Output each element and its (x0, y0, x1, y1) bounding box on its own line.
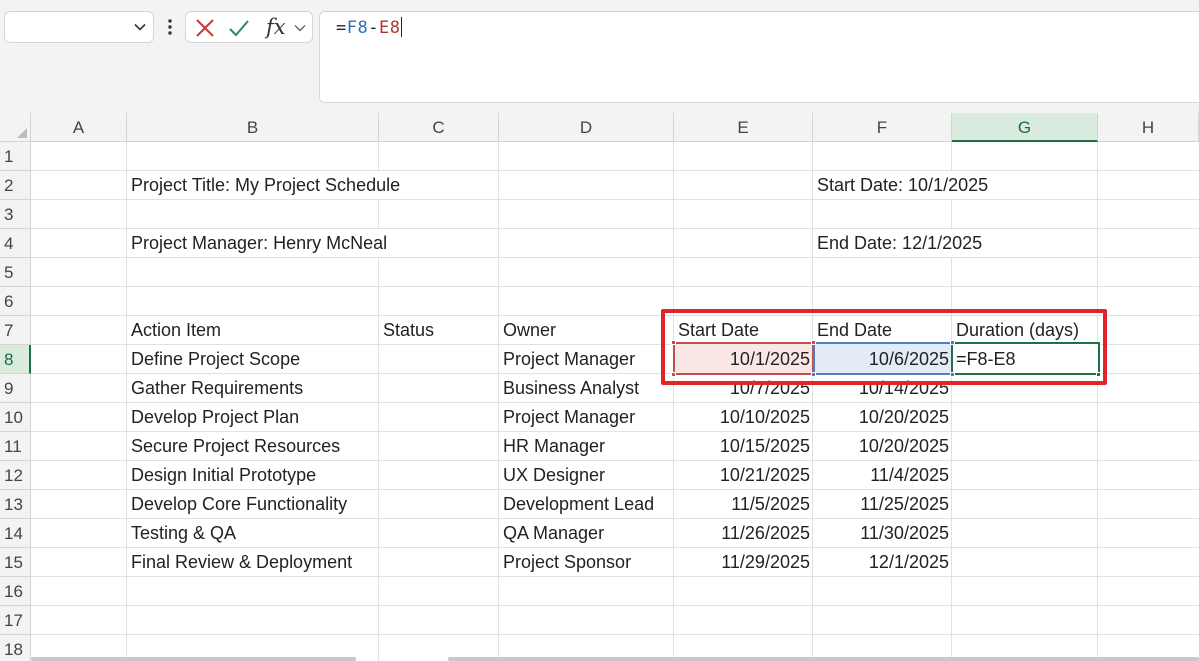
gridline (31, 286, 1199, 287)
gridline (31, 605, 1199, 606)
worksheet-grid[interactable]: A B C D E F G H 1 2 3 4 5 6 7 8 9 10 11 … (0, 113, 1199, 661)
table-row-owner[interactable]: Project Manager (499, 345, 635, 374)
column-header-d[interactable]: D (499, 113, 674, 142)
table-row-start[interactable]: 10/21/2025 (674, 461, 813, 490)
project-manager-cell[interactable]: Project Manager: Henry McNeal (127, 229, 387, 258)
table-row-action[interactable]: Secure Project Resources (127, 432, 340, 461)
table-row-duration[interactable]: =F8-E8 (952, 345, 1016, 374)
table-row-start[interactable]: 10/7/2025 (674, 374, 813, 403)
table-row-start[interactable]: 11/26/2025 (674, 519, 813, 548)
chevron-down-icon[interactable] (293, 21, 307, 35)
table-row-end[interactable]: 11/25/2025 (813, 490, 952, 519)
row-header-16[interactable]: 16 (0, 577, 31, 606)
row-header-13[interactable]: 13 (0, 490, 31, 519)
table-row-end[interactable]: 11/4/2025 (813, 461, 952, 490)
row-header-3[interactable]: 3 (0, 200, 31, 229)
row-header-10[interactable]: 10 (0, 403, 31, 432)
table-row-owner[interactable]: Project Sponsor (499, 548, 631, 577)
table-row-start[interactable]: 10/10/2025 (674, 403, 813, 432)
row-header-5[interactable]: 5 (0, 258, 31, 287)
project-end-cell[interactable]: End Date: 12/1/2025 (813, 229, 982, 258)
table-row-end[interactable]: 10/20/2025 (813, 403, 952, 432)
column-header-h[interactable]: H (1098, 113, 1199, 142)
formula-controls: fx (185, 11, 313, 43)
row-header-6[interactable]: 6 (0, 287, 31, 316)
gridline (1097, 142, 1098, 661)
table-row-end[interactable]: 12/1/2025 (813, 548, 952, 577)
row-header-17[interactable]: 17 (0, 606, 31, 635)
horizontal-scrollbar-track[interactable] (448, 657, 1199, 661)
select-all-button[interactable] (0, 113, 31, 142)
text-caret (401, 17, 403, 37)
cancel-icon[interactable] (194, 17, 216, 39)
column-header-c[interactable]: C (379, 113, 499, 142)
table-row-owner[interactable]: Project Manager (499, 403, 635, 432)
table-row-action[interactable]: Final Review & Deployment (127, 548, 352, 577)
table-row-end[interactable]: 11/30/2025 (813, 519, 952, 548)
row-header-15[interactable]: 15 (0, 548, 31, 577)
table-row-owner[interactable]: HR Manager (499, 432, 605, 461)
project-title-cell[interactable]: Project Title: My Project Schedule (127, 171, 400, 200)
gridline (31, 634, 1199, 635)
more-icon[interactable] (166, 16, 174, 38)
table-row-action[interactable]: Gather Requirements (127, 374, 303, 403)
table-row-start[interactable]: 10/15/2025 (674, 432, 813, 461)
table-row-action[interactable]: Testing & QA (127, 519, 236, 548)
table-row-start[interactable]: 11/5/2025 (674, 490, 813, 519)
fx-icon[interactable]: fx (266, 15, 286, 39)
row-header-1[interactable]: 1 (0, 142, 31, 171)
fill-handle[interactable] (1096, 372, 1101, 377)
enter-icon[interactable] (228, 17, 250, 39)
table-row-end[interactable]: 10/6/2025 (813, 345, 952, 374)
formula-text[interactable]: =F8-E8 (336, 17, 403, 38)
gridline (378, 142, 379, 661)
table-row-action[interactable]: Develop Core Functionality (127, 490, 347, 519)
row-header-2[interactable]: 2 (0, 171, 31, 200)
column-header-f[interactable]: F (813, 113, 952, 142)
row-header-9[interactable]: 9 (0, 374, 31, 403)
row-header-7[interactable]: 7 (0, 316, 31, 345)
header-owner[interactable]: Owner (499, 316, 556, 345)
column-header-e[interactable]: E (674, 113, 813, 142)
header-duration[interactable]: Duration (days) (952, 316, 1079, 345)
table-row-owner[interactable]: Development Lead (499, 490, 654, 519)
header-end-date[interactable]: End Date (813, 316, 892, 345)
column-header-g[interactable]: G (952, 113, 1098, 142)
formula-input[interactable]: =F8-E8 (319, 11, 1199, 103)
column-header-a[interactable]: A (31, 113, 127, 142)
project-start-cell[interactable]: Start Date: 10/1/2025 (813, 171, 988, 200)
table-row-action[interactable]: Design Initial Prototype (127, 461, 316, 490)
table-row-owner[interactable]: QA Manager (499, 519, 604, 548)
row-header-11[interactable]: 11 (0, 432, 31, 461)
header-status[interactable]: Status (379, 316, 434, 345)
column-header-b[interactable]: B (127, 113, 379, 142)
header-action-item[interactable]: Action Item (127, 316, 221, 345)
table-row-start[interactable]: 11/29/2025 (674, 548, 813, 577)
table-row-end[interactable]: 10/14/2025 (813, 374, 952, 403)
table-row-start[interactable]: 10/1/2025 (674, 345, 813, 374)
table-row-action[interactable]: Develop Project Plan (127, 403, 299, 432)
row-header-4[interactable]: 4 (0, 229, 31, 258)
table-row-owner[interactable]: Business Analyst (499, 374, 639, 403)
row-header-8[interactable]: 8 (0, 345, 31, 374)
horizontal-scrollbar[interactable] (31, 657, 356, 661)
row-header-14[interactable]: 14 (0, 519, 31, 548)
row-header-12[interactable]: 12 (0, 461, 31, 490)
table-row-action[interactable]: Define Project Scope (127, 345, 300, 374)
formula-bar-area: fx =F8-E8 (0, 0, 1199, 114)
chevron-down-icon[interactable] (132, 19, 148, 35)
row-header-18[interactable]: 18 (0, 635, 31, 661)
table-row-owner[interactable]: UX Designer (499, 461, 605, 490)
table-row-end[interactable]: 10/20/2025 (813, 432, 952, 461)
header-start-date[interactable]: Start Date (674, 316, 759, 345)
